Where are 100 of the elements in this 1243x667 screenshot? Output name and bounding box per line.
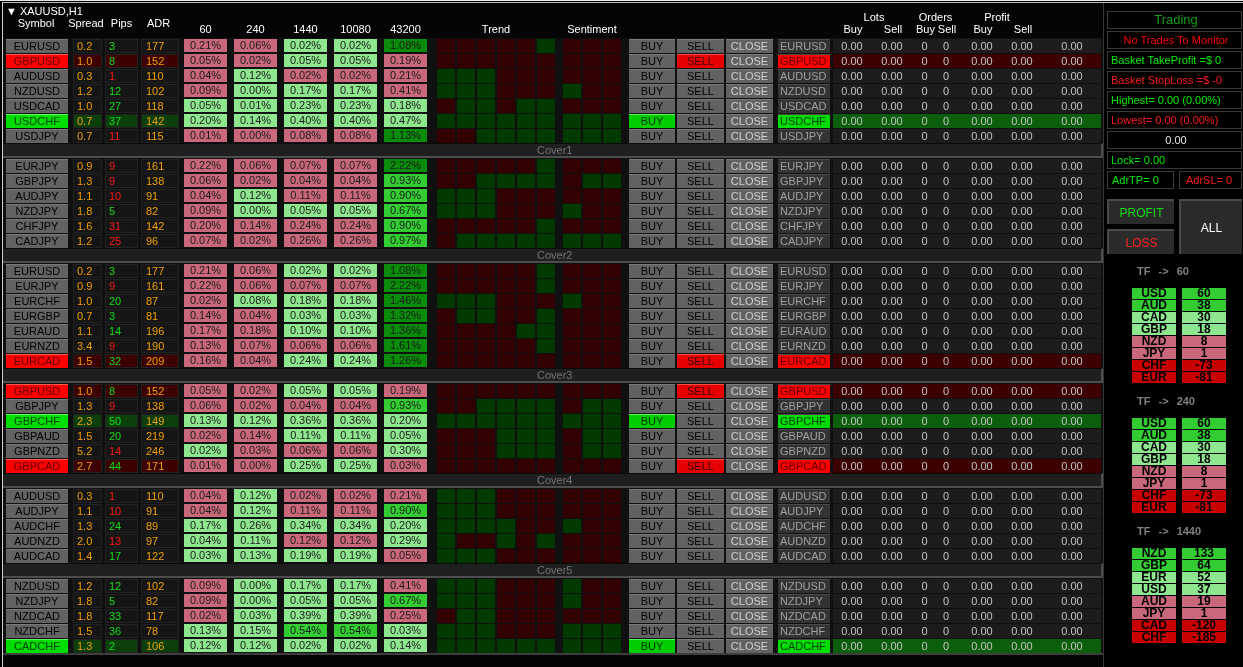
sell-button[interactable]: SELL xyxy=(677,503,724,518)
sell-button[interactable]: SELL xyxy=(677,593,724,608)
order-symbol-button[interactable]: USDJPY xyxy=(778,128,830,143)
sell-button[interactable]: SELL xyxy=(677,293,724,308)
symbol-button[interactable]: GBPJPY xyxy=(6,398,68,413)
close-button[interactable]: CLOSE xyxy=(726,218,773,233)
close-button[interactable]: CLOSE xyxy=(726,308,773,323)
order-symbol-button[interactable]: EURCAD xyxy=(778,353,830,368)
sell-button[interactable]: SELL xyxy=(677,68,724,83)
buy-button[interactable]: BUY xyxy=(629,98,675,113)
close-button[interactable]: CLOSE xyxy=(726,278,773,293)
buy-button[interactable]: BUY xyxy=(629,488,675,503)
symbol-button[interactable]: AUDCAD xyxy=(6,548,68,563)
symbol-button[interactable]: AUDCHF xyxy=(6,518,68,533)
sell-button[interactable]: SELL xyxy=(677,278,724,293)
symbol-button[interactable]: USDCHF xyxy=(6,113,68,128)
sell-button[interactable]: SELL xyxy=(677,233,724,248)
buy-button[interactable]: BUY xyxy=(629,203,675,218)
close-button[interactable]: CLOSE xyxy=(726,638,773,653)
buy-button[interactable]: BUY xyxy=(629,293,675,308)
symbol-button[interactable]: EURCAD xyxy=(6,353,68,368)
symbol-button[interactable]: NZDJPY xyxy=(6,593,68,608)
close-button[interactable]: CLOSE xyxy=(726,113,773,128)
buy-button[interactable]: BUY xyxy=(629,443,675,458)
buy-button[interactable]: BUY xyxy=(629,233,675,248)
order-symbol-button[interactable]: AUDJPY xyxy=(778,188,830,203)
close-button[interactable]: CLOSE xyxy=(726,503,773,518)
buy-button[interactable]: BUY xyxy=(629,218,675,233)
symbol-button[interactable]: GBPUSD xyxy=(6,383,68,398)
sell-button[interactable]: SELL xyxy=(677,83,724,98)
order-symbol-button[interactable]: NZDUSD xyxy=(778,83,830,98)
symbol-button[interactable]: EURUSD xyxy=(6,263,68,278)
close-button[interactable]: CLOSE xyxy=(726,203,773,218)
symbol-button[interactable]: EURJPY xyxy=(6,278,68,293)
sell-button[interactable]: SELL xyxy=(677,518,724,533)
close-button[interactable]: CLOSE xyxy=(726,488,773,503)
symbol-button[interactable]: GBPJPY xyxy=(6,173,68,188)
buy-button[interactable]: BUY xyxy=(629,428,675,443)
close-button[interactable]: CLOSE xyxy=(726,233,773,248)
symbol-button[interactable]: EURUSD xyxy=(6,38,68,53)
order-symbol-button[interactable]: GBPUSD xyxy=(778,53,830,68)
order-symbol-button[interactable]: AUDUSD xyxy=(778,68,830,83)
close-button[interactable]: CLOSE xyxy=(726,578,773,593)
order-symbol-button[interactable]: EURUSD xyxy=(778,263,830,278)
buy-button[interactable]: BUY xyxy=(629,623,675,638)
sell-button[interactable]: SELL xyxy=(677,353,724,368)
close-button[interactable]: CLOSE xyxy=(726,398,773,413)
buy-button[interactable]: BUY xyxy=(629,68,675,83)
sell-button[interactable]: SELL xyxy=(677,443,724,458)
buy-button[interactable]: BUY xyxy=(629,278,675,293)
symbol-button[interactable]: AUDUSD xyxy=(6,488,68,503)
close-button[interactable]: CLOSE xyxy=(726,293,773,308)
buy-button[interactable]: BUY xyxy=(629,83,675,98)
symbol-button[interactable]: CADJPY xyxy=(6,233,68,248)
sell-button[interactable]: SELL xyxy=(677,638,724,653)
symbol-button[interactable]: EURNZD xyxy=(6,338,68,353)
order-symbol-button[interactable]: NZDJPY xyxy=(778,593,830,608)
close-button[interactable]: CLOSE xyxy=(726,353,773,368)
order-symbol-button[interactable]: AUDJPY xyxy=(778,503,830,518)
sell-button[interactable]: SELL xyxy=(677,173,724,188)
symbol-button[interactable]: NZDUSD xyxy=(6,83,68,98)
buy-button[interactable]: BUY xyxy=(629,413,675,428)
order-symbol-button[interactable]: EURJPY xyxy=(778,158,830,173)
close-button[interactable]: CLOSE xyxy=(726,188,773,203)
loss-button[interactable]: LOSS xyxy=(1107,229,1174,254)
buy-button[interactable]: BUY xyxy=(629,383,675,398)
close-button[interactable]: CLOSE xyxy=(726,338,773,353)
sell-button[interactable]: SELL xyxy=(677,38,724,53)
sell-button[interactable]: SELL xyxy=(677,548,724,563)
symbol-button[interactable]: USDCAD xyxy=(6,98,68,113)
sell-button[interactable]: SELL xyxy=(677,323,724,338)
buy-button[interactable]: BUY xyxy=(629,158,675,173)
buy-button[interactable]: BUY xyxy=(629,578,675,593)
order-symbol-button[interactable]: CHFJPY xyxy=(778,218,830,233)
buy-button[interactable]: BUY xyxy=(629,353,675,368)
close-button[interactable]: CLOSE xyxy=(726,128,773,143)
symbol-button[interactable]: EURJPY xyxy=(6,158,68,173)
close-button[interactable]: CLOSE xyxy=(726,548,773,563)
order-symbol-button[interactable]: CADJPY xyxy=(778,233,830,248)
close-button[interactable]: CLOSE xyxy=(726,413,773,428)
buy-button[interactable]: BUY xyxy=(629,593,675,608)
sell-button[interactable]: SELL xyxy=(677,53,724,68)
order-symbol-button[interactable]: GBPJPY xyxy=(778,173,830,188)
buy-button[interactable]: BUY xyxy=(629,113,675,128)
close-button[interactable]: CLOSE xyxy=(726,263,773,278)
sell-button[interactable]: SELL xyxy=(677,158,724,173)
symbol-button[interactable]: NZDUSD xyxy=(6,578,68,593)
profit-button[interactable]: PROFIT xyxy=(1107,199,1174,224)
buy-button[interactable]: BUY xyxy=(629,323,675,338)
sell-button[interactable]: SELL xyxy=(677,263,724,278)
sell-button[interactable]: SELL xyxy=(677,308,724,323)
sell-button[interactable]: SELL xyxy=(677,623,724,638)
order-symbol-button[interactable]: EURNZD xyxy=(778,338,830,353)
buy-button[interactable]: BUY xyxy=(629,263,675,278)
order-symbol-button[interactable]: AUDUSD xyxy=(778,488,830,503)
order-symbol-button[interactable]: EURJPY xyxy=(778,278,830,293)
buy-button[interactable]: BUY xyxy=(629,338,675,353)
symbol-button[interactable]: GBPCHF xyxy=(6,413,68,428)
sell-button[interactable]: SELL xyxy=(677,578,724,593)
sell-button[interactable]: SELL xyxy=(677,128,724,143)
